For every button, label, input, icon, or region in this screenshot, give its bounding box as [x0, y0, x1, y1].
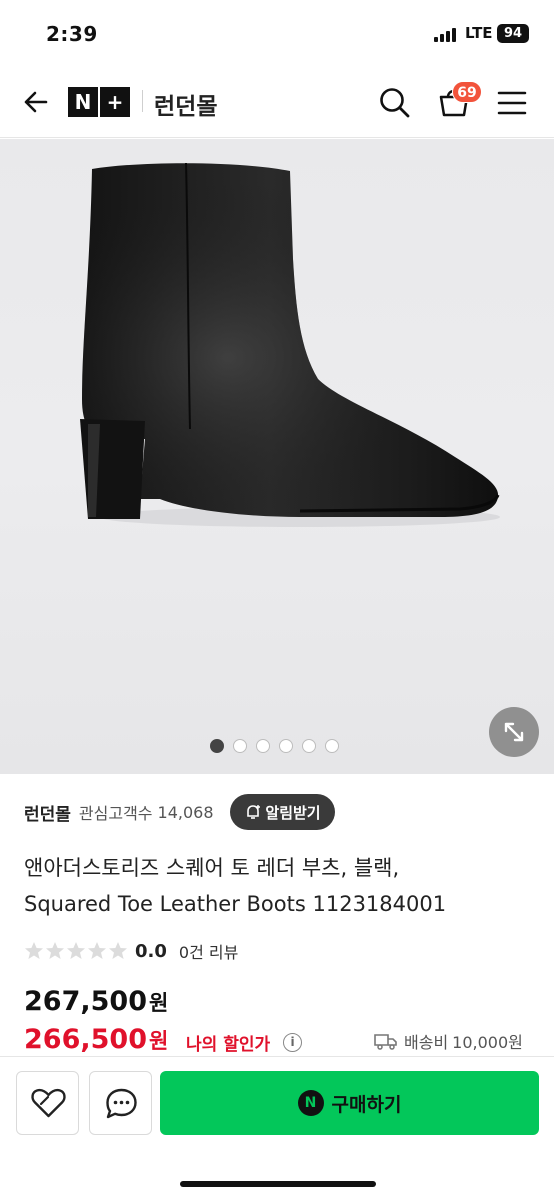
- store-name[interactable]: 런던몰: [154, 87, 217, 121]
- bottom-action-bar: N 구매하기: [0, 1056, 554, 1200]
- star-icon: [109, 942, 127, 959]
- wishlist-button[interactable]: [16, 1071, 79, 1135]
- alarm-label: 알림받기: [265, 803, 321, 822]
- followers-count: 14,068: [157, 802, 214, 822]
- truck-icon: [374, 1034, 397, 1050]
- info-icon[interactable]: i: [283, 1033, 302, 1052]
- talk-talk-button[interactable]: [89, 1071, 152, 1135]
- heart-icon: [31, 1088, 66, 1118]
- home-indicator: [180, 1181, 376, 1187]
- review-count[interactable]: 0건 리뷰: [179, 939, 238, 963]
- gallery-pagination: [210, 739, 348, 753]
- naver-plus-logo[interactable]: N +: [68, 87, 130, 117]
- star-icon: [88, 942, 106, 959]
- expand-icon: [504, 722, 524, 742]
- product-photo-boot: [80, 162, 500, 527]
- bell-plus-icon: [247, 805, 261, 819]
- battery-icon: 94: [497, 24, 529, 43]
- shipping-fee: 10,000원: [452, 1033, 523, 1052]
- signal-icon: [434, 28, 460, 42]
- seller-name[interactable]: 런던몰: [24, 800, 71, 825]
- my-discount-label: 나의 할인가: [186, 1035, 271, 1055]
- menu-button[interactable]: [496, 88, 528, 118]
- price-discount-value: 266,500: [24, 1024, 147, 1055]
- app-header: N + 런던몰 69: [0, 70, 554, 138]
- buy-button[interactable]: N 구매하기: [160, 1071, 539, 1135]
- status-bar: 2:39 LTE 94: [0, 0, 554, 70]
- logo-divider: [142, 90, 143, 112]
- chat-bubble-icon: [106, 1088, 137, 1119]
- product-image-gallery[interactable]: [0, 139, 554, 774]
- shipping-label: 배송비: [404, 1033, 449, 1052]
- logo-n: N: [68, 87, 98, 117]
- gallery-dot[interactable]: [325, 739, 339, 753]
- gallery-dot[interactable]: [210, 739, 224, 753]
- gallery-dot[interactable]: [302, 739, 316, 753]
- star-icon: [46, 942, 64, 959]
- rating-value: 0.0: [135, 940, 167, 962]
- gallery-dot[interactable]: [279, 739, 293, 753]
- cart-count-badge: 69: [452, 81, 482, 103]
- star-icon: [25, 942, 43, 959]
- rating-stars: [24, 941, 129, 961]
- seller-info: 런던몰 관심고객수 14,068: [24, 796, 214, 828]
- npay-icon: N: [297, 1090, 324, 1116]
- price-discount: 266,500원: [24, 1024, 168, 1055]
- alarm-subscribe-button[interactable]: 알림받기: [230, 794, 335, 830]
- search-icon: [380, 88, 410, 118]
- network-label: LTE: [465, 24, 493, 42]
- buy-label: 구매하기: [331, 1093, 402, 1116]
- price-unit: 원: [148, 1029, 169, 1053]
- back-button[interactable]: [20, 86, 52, 118]
- expand-image-button[interactable]: [489, 707, 539, 757]
- price-unit: 원: [148, 991, 169, 1015]
- price-original-value: 267,500: [24, 986, 147, 1017]
- star-icon: [67, 942, 85, 959]
- product-title-line1: 앤아더스토리즈 스퀘어 토 레더 부츠, 블랙,: [24, 856, 400, 880]
- gallery-dot[interactable]: [256, 739, 270, 753]
- search-button[interactable]: [376, 84, 412, 120]
- arrow-left-icon: [24, 91, 48, 113]
- gallery-dot[interactable]: [233, 739, 247, 753]
- logo-plus: +: [100, 87, 130, 117]
- rating-row[interactable]: 0.0 0건 리뷰: [24, 938, 238, 964]
- product-title: 앤아더스토리즈 스퀘어 토 레더 부츠, 블랙, Squared Toe Lea…: [24, 850, 534, 922]
- price-original: 267,500원: [24, 986, 168, 1017]
- status-time: 2:39: [46, 22, 98, 46]
- product-title-line2: Squared Toe Leather Boots 1123184001: [24, 892, 447, 916]
- followers-label: 관심고객수: [78, 804, 153, 823]
- shipping-info: 배송비 10,000원: [374, 1029, 523, 1053]
- hamburger-menu-icon: [497, 91, 527, 115]
